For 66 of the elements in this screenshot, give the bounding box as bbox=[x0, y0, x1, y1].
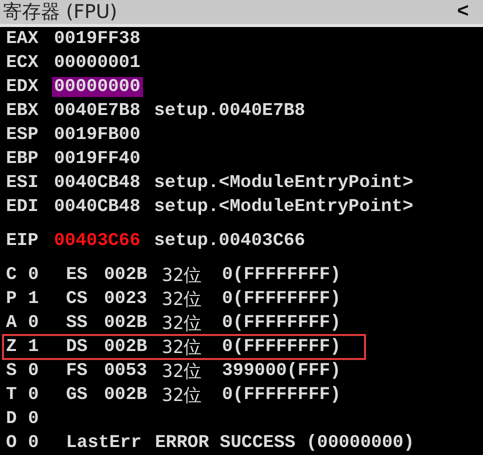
segment-name: SS bbox=[66, 313, 89, 333]
segment-selector: 0023 bbox=[104, 289, 148, 309]
segment-bits: 32位 bbox=[162, 312, 203, 335]
register-name: EBP bbox=[6, 149, 40, 169]
segment-base: 0(FFFFFFFF) bbox=[222, 289, 341, 309]
segment-selector: 002B bbox=[104, 385, 148, 405]
lasterr-value: ERROR SUCCESS (00000000) bbox=[155, 433, 414, 453]
segment-name: ES bbox=[66, 265, 89, 285]
register-name: EBX bbox=[6, 101, 40, 121]
flag-name: D bbox=[6, 409, 18, 429]
register-name: EDX bbox=[6, 77, 40, 97]
register-name: ESP bbox=[6, 125, 40, 145]
register-name: EIP bbox=[6, 231, 40, 251]
segment-base: 0(FFFFFFFF) bbox=[222, 385, 341, 405]
segment-bits: 32位 bbox=[162, 336, 203, 359]
segment-selector: 002B bbox=[104, 337, 148, 357]
segment-base: 0(FFFFFFFF) bbox=[222, 313, 341, 333]
register-comment: setup.<ModuleEntryPoint> bbox=[154, 173, 414, 193]
panel-title: 寄存器 (FPU) bbox=[3, 0, 118, 24]
flag-value[interactable]: 0 bbox=[28, 385, 66, 405]
segment-selector: 002B bbox=[104, 313, 148, 333]
segment-base: 0(FFFFFFFF) bbox=[222, 337, 341, 357]
register-value[interactable]: 00000001 bbox=[54, 53, 154, 73]
register-comment: setup.<ModuleEntryPoint> bbox=[154, 197, 414, 217]
register-value[interactable]: 0019FF38 bbox=[54, 29, 154, 49]
register-value[interactable]: 0040CB48 bbox=[54, 173, 154, 193]
flag-value[interactable]: 1 bbox=[28, 337, 66, 357]
register-value[interactable]: 0040E7B8 bbox=[54, 101, 154, 121]
collapse-button[interactable]: < bbox=[448, 0, 477, 24]
segment-bits: 32位 bbox=[162, 360, 203, 383]
register-value[interactable]: 0019FB00 bbox=[54, 125, 154, 145]
segment-base: 0(FFFFFFFF) bbox=[222, 265, 341, 285]
segment-selector: 002B bbox=[104, 265, 148, 285]
flag-name: C bbox=[6, 265, 18, 285]
register-value[interactable]: 00000000 bbox=[52, 77, 144, 97]
register-value[interactable]: 0019FF40 bbox=[54, 149, 154, 169]
segment-base: 399000(FFF) bbox=[222, 361, 341, 381]
register-name: EDI bbox=[6, 197, 40, 217]
register-name: ESI bbox=[6, 173, 40, 193]
segment-selector: 0053 bbox=[104, 361, 148, 381]
flag-name: A bbox=[6, 313, 18, 333]
segment-bits: 32位 bbox=[162, 264, 203, 287]
flag-value[interactable]: 1 bbox=[28, 289, 66, 309]
flag-name: O bbox=[6, 433, 18, 453]
segment-name: DS bbox=[66, 337, 89, 357]
flag-value[interactable]: 0 bbox=[28, 361, 66, 381]
segment-name: GS bbox=[66, 385, 89, 405]
flag-value[interactable]: 0 bbox=[28, 313, 66, 333]
register-value[interactable]: 0040CB48 bbox=[54, 197, 154, 217]
register-value[interactable]: 00403C66 bbox=[54, 231, 154, 251]
segment-bits: 32位 bbox=[162, 384, 203, 407]
flag-value[interactable]: 0 bbox=[28, 409, 66, 429]
register-comment: setup.00403C66 bbox=[154, 231, 306, 251]
flag-name: P bbox=[6, 289, 18, 309]
flag-name: S bbox=[6, 361, 18, 381]
lasterr-label: LastErr bbox=[66, 433, 143, 453]
register-name: EAX bbox=[6, 29, 40, 49]
segment-name: FS bbox=[66, 361, 89, 381]
register-name: ECX bbox=[6, 53, 40, 73]
flag-name: T bbox=[6, 385, 18, 405]
flag-value[interactable]: 0 bbox=[28, 265, 66, 285]
register-comment: setup.0040E7B8 bbox=[154, 101, 306, 121]
segment-name: CS bbox=[66, 289, 89, 309]
flag-name: Z bbox=[6, 337, 18, 357]
flag-value[interactable]: 0 bbox=[28, 433, 66, 453]
segment-bits: 32位 bbox=[162, 288, 203, 311]
